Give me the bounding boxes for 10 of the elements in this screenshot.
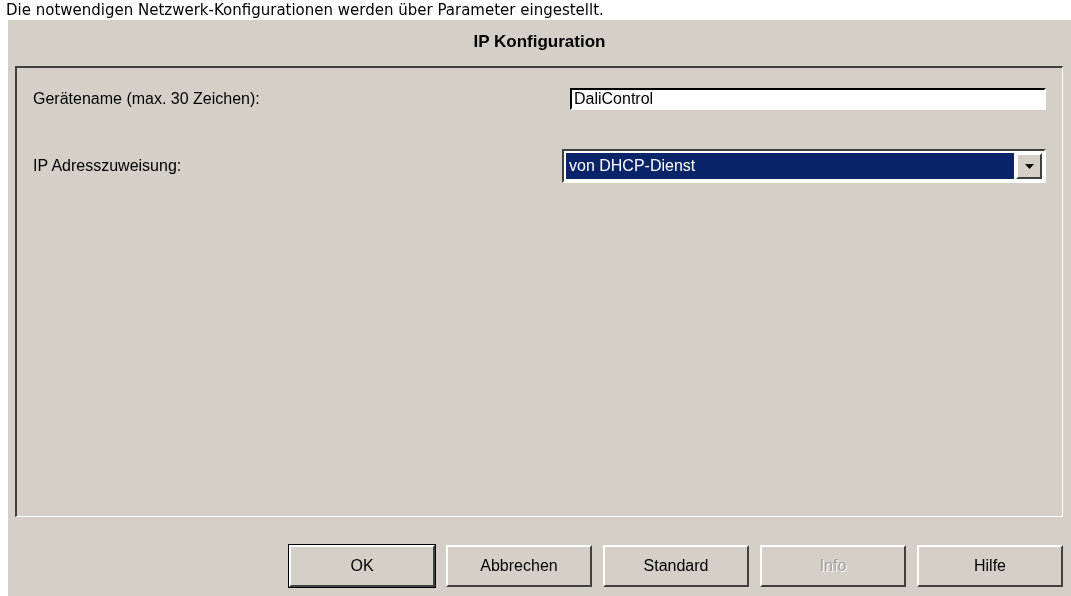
dialog-button[interactable]: Abbrechen — [446, 545, 592, 587]
name-field[interactable]: DaliControl — [570, 88, 1046, 110]
dialog-title: IP Konfiguration — [473, 31, 606, 53]
dialog-button[interactable]: OK — [289, 545, 435, 587]
address-dropdown[interactable]: von DHCP-Dienst — [562, 149, 1046, 183]
field-label: IP Adresszuweisung: — [33, 157, 182, 175]
document-text: Die notwendigen Netzwerk-Konfigurationen werden über Parameter eingestellt. — [5, 0, 605, 20]
field-label: Gerätename (max. 30 Zeichen): — [33, 90, 260, 108]
dialog-button[interactable]: Hilfe — [917, 545, 1063, 587]
dialog-button[interactable]: Standard — [603, 545, 749, 587]
